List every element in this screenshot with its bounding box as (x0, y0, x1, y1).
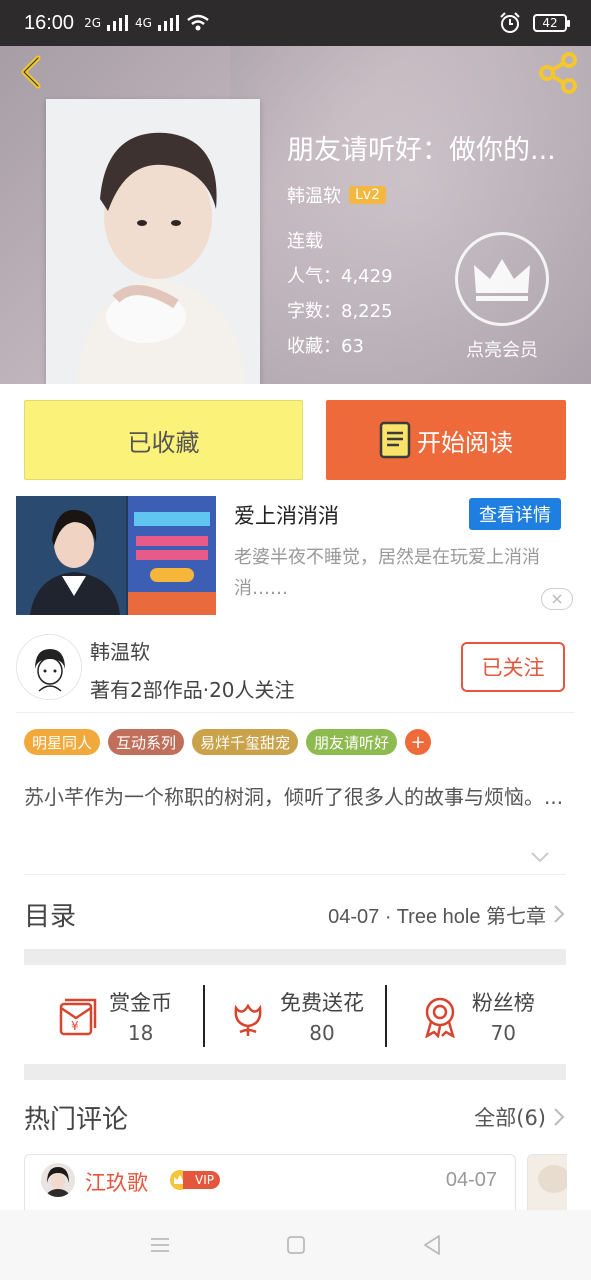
follow-button[interactable]: 已关注 (461, 642, 565, 692)
author-name[interactable]: 韩温软 (90, 636, 150, 665)
commenter-name[interactable]: 江玖歌 (85, 1167, 148, 1197)
level-badge: Lv2 (349, 186, 386, 204)
menu-icon[interactable] (148, 1233, 172, 1257)
home-icon[interactable] (284, 1233, 308, 1257)
status-bar: 16:00 2G 4G 42 (0, 0, 591, 46)
word-count-stat: 字数：8,225 (287, 301, 393, 322)
divider (16, 712, 575, 713)
chevron-right-icon (554, 1108, 565, 1126)
back-arrow-icon[interactable] (14, 54, 50, 90)
reward-count: 70 (490, 1021, 517, 1045)
ad-description: 老婆半夜不睡觉，居然是在玩爱上消消消…… (234, 547, 540, 599)
serial-status: 连载 (287, 231, 323, 252)
section-separator (24, 1064, 566, 1080)
latest-chapter: 04-07 · Tree hole 第七章 (328, 905, 546, 928)
all-comments-link[interactable]: 全部(6) (474, 1102, 566, 1132)
back-icon[interactable] (420, 1233, 444, 1257)
book-author-name[interactable]: 韩温软 (287, 182, 341, 208)
reward-label: 免费送花 (279, 991, 364, 1015)
toc-label: 目录 (24, 901, 77, 932)
signal-icon (107, 15, 128, 31)
rewards-bar: ¥ 赏金币 18 免费送花 80 粉丝榜 70 (24, 978, 566, 1054)
divider (24, 874, 566, 875)
tag-item[interactable]: 互动系列 (108, 729, 185, 755)
hot-comments-header: 热门评论 全部(6) (24, 1092, 566, 1142)
share-icon[interactable] (535, 50, 581, 96)
red-envelope-icon: ¥ (59, 998, 97, 1036)
medal-icon (424, 997, 455, 1038)
fan-ranking-button[interactable]: 粉丝榜 70 (387, 978, 566, 1054)
add-tag-button[interactable]: + (405, 729, 432, 755)
wifi-icon (187, 14, 209, 31)
cover-illustration (46, 99, 260, 384)
reward-coins-button[interactable]: ¥ 赏金币 18 (24, 978, 203, 1054)
chevron-down-icon[interactable] (530, 850, 550, 864)
svg-text:¥: ¥ (71, 1019, 79, 1033)
flower-icon (234, 1003, 262, 1036)
avatar-illustration (17, 635, 81, 699)
battery-indicator: 42 (533, 14, 570, 32)
reward-label: 赏金币 (109, 991, 173, 1015)
network-4g-label: 4G (135, 16, 152, 30)
comment-card[interactable] (527, 1154, 567, 1210)
reward-label: 粉丝榜 (471, 991, 535, 1015)
ad-detail-button[interactable]: 查看详情 (469, 498, 561, 530)
book-header: 朋友请听好：做你的... 韩温软 Lv2 连载 人气：4,429 字数：8,22… (0, 46, 591, 384)
vip-member-button[interactable]: 点亮会员 (455, 232, 549, 361)
signal-icon (157, 15, 179, 31)
author-meta: 著有2部作品·20人关注 (90, 678, 295, 702)
ad-title[interactable]: 爱上消消消 (234, 500, 339, 530)
vip-badge: VIP (169, 1169, 220, 1191)
vip-member-label: 点亮会员 (466, 340, 538, 361)
start-reading-label: 开始阅读 (417, 428, 513, 457)
tag-item[interactable]: 朋友请听好 (306, 729, 398, 755)
popularity-stat: 人气：4,429 (287, 266, 393, 287)
tag-item[interactable]: 明星同人 (24, 729, 101, 755)
signal-indicators: 2G 4G (84, 14, 210, 32)
crown-icon (474, 259, 530, 301)
section-separator (24, 949, 566, 965)
status-time: 16:00 (24, 11, 75, 34)
tag-list: 明星同人 互动系列 易烊千玺甜宠 朋友请听好 + (24, 729, 432, 755)
system-navigation-bar (0, 1210, 591, 1280)
book-title: 朋友请听好：做你的... (287, 135, 556, 166)
hot-comments-label: 热门评论 (24, 1104, 129, 1135)
tag-item[interactable]: 易烊千玺甜宠 (192, 729, 299, 755)
commenter-avatar[interactable] (41, 1163, 75, 1197)
table-of-contents-row[interactable]: 目录 04-07 · Tree hole 第七章 (24, 888, 566, 940)
reward-count: 80 (309, 1021, 335, 1045)
ad-illustration (16, 496, 216, 615)
alarm-icon (500, 12, 520, 33)
author-avatar[interactable] (16, 634, 82, 700)
start-reading-button[interactable]: 开始阅读 (326, 400, 566, 480)
book-icon (379, 421, 411, 459)
close-icon (552, 594, 562, 604)
book-cover-image (46, 99, 260, 384)
reward-count: 18 (127, 1021, 154, 1045)
book-description: 苏小芊作为一个称职的树洞，倾听了很多人的故事与烦恼。... (24, 785, 564, 809)
favorites-stat: 收藏：63 (287, 336, 364, 357)
book-author-row: 韩温软 Lv2 (287, 182, 386, 208)
collected-button[interactable]: 已收藏 (24, 400, 303, 480)
comment-card[interactable]: 江玖歌 VIP 04-07 (24, 1154, 516, 1210)
ad-close-button[interactable] (541, 588, 573, 610)
book-stats: 连载 人气：4,429 字数：8,225 收藏：63 (287, 224, 393, 364)
chevron-right-icon (554, 905, 565, 923)
send-flower-button[interactable]: 免费送花 80 (205, 978, 384, 1054)
comment-date: 04-07 (445, 1169, 497, 1191)
network-2g-label: 2G (84, 16, 101, 30)
ad-image[interactable] (16, 496, 216, 615)
